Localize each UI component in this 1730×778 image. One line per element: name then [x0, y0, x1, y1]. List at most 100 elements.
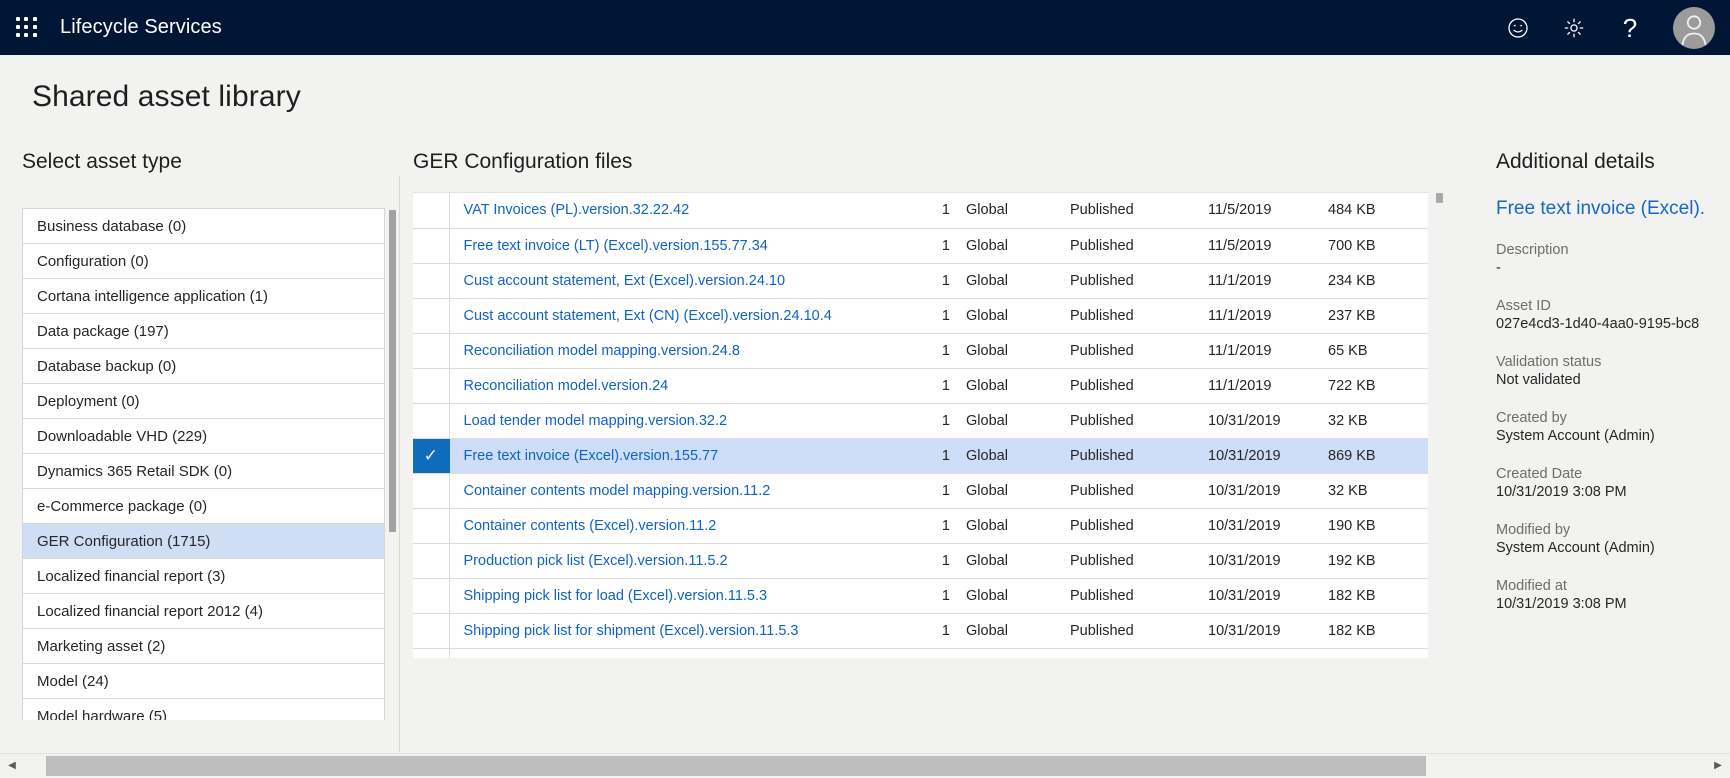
- file-scope-cell: Global: [958, 263, 1070, 298]
- table-row[interactable]: ✓ Cust account statement, Ext (CN) (Excel…: [413, 298, 1428, 333]
- file-size-cell: 32 KB: [1328, 403, 1428, 438]
- file-version-cell: 1: [912, 193, 958, 228]
- scroll-left-arrow-icon[interactable]: ◀: [0, 754, 24, 778]
- file-version-cell: 1: [912, 298, 958, 333]
- file-name-cell: Load tender model mapping.version.32.2: [449, 403, 912, 438]
- row-checkbox[interactable]: ✓: [413, 438, 449, 473]
- file-name-link[interactable]: Load tender model mapping.version.32.2: [464, 413, 728, 429]
- files-table-scrollbar-thumb[interactable]: [1436, 193, 1443, 203]
- asset-type-item[interactable]: GER Configuration (1715): [23, 524, 384, 559]
- file-date-cell: 10/31/2019: [1208, 648, 1328, 658]
- table-row[interactable]: ✓Load tender model mapping.version.32.21…: [413, 403, 1428, 438]
- app-launcher-waffle-icon[interactable]: [16, 17, 38, 39]
- file-name-link[interactable]: VAT Invoices (PL).version.32.22.42: [464, 202, 690, 218]
- row-checkbox[interactable]: ✓: [413, 368, 449, 403]
- file-status-cell: Published: [1070, 368, 1208, 403]
- asset-type-item[interactable]: Database backup (0): [23, 349, 384, 384]
- row-checkbox[interactable]: ✓: [413, 508, 449, 543]
- gear-settings-icon[interactable]: [1546, 0, 1602, 55]
- asset-type-item[interactable]: Model (24): [23, 664, 384, 699]
- smiley-feedback-icon[interactable]: [1490, 0, 1546, 55]
- asset-type-item[interactable]: Data package (197): [23, 314, 384, 349]
- asset-list-scrollbar-thumb[interactable]: [389, 210, 396, 532]
- table-row[interactable]: ✓ Container contents model mapping.versio…: [413, 473, 1428, 508]
- row-checkbox[interactable]: ✓: [413, 193, 449, 228]
- file-date-cell: 10/31/2019: [1208, 578, 1328, 613]
- table-row[interactable]: ✓ Free text invoice (LT) (Excel).version.…: [413, 228, 1428, 263]
- file-status-cell: Published: [1070, 228, 1208, 263]
- row-checkbox[interactable]: ✓: [413, 578, 449, 613]
- file-name-link[interactable]: Container contents (Excel).version.11.2: [464, 518, 717, 534]
- brand-title[interactable]: Lifecycle Services: [60, 16, 222, 39]
- table-row[interactable]: ✓ Container contents (Excel).version.11.2…: [413, 508, 1428, 543]
- help-question-icon[interactable]: ?: [1602, 0, 1658, 55]
- asset-type-item[interactable]: Localized financial report 2012 (4): [23, 594, 384, 629]
- asset-type-item-label: Cortana intelligence application (1): [37, 288, 268, 305]
- asset-type-item[interactable]: Business database (0): [23, 209, 384, 244]
- details-asset-name[interactable]: Free text invoice (Excel).: [1496, 198, 1730, 220]
- table-row[interactable]: ✓ Production pick list (Excel).version.11…: [413, 543, 1428, 578]
- table-row[interactable]: ✓ Shipping pick list model mapping.versio…: [413, 648, 1428, 658]
- file-version-cell: 1: [912, 228, 958, 263]
- asset-type-item[interactable]: Marketing asset (2): [23, 629, 384, 664]
- horizontal-scrollbar[interactable]: ◀ ▶: [0, 753, 1730, 777]
- row-checkbox[interactable]: ✓: [413, 648, 449, 658]
- asset-list-scrollbar[interactable]: [387, 208, 397, 720]
- table-row[interactable]: ✓ Free text invoice (Excel).version.155.7…: [413, 438, 1428, 473]
- asset-type-item[interactable]: Configuration (0): [23, 244, 384, 279]
- file-name-link[interactable]: Shipping pick list model mapping.version…: [464, 658, 757, 659]
- asset-type-list: Business database (0)Configuration (0) Co…: [22, 208, 385, 720]
- scroll-right-arrow-icon[interactable]: ▶: [1706, 754, 1730, 778]
- table-row[interactable]: ✓ Shipping pick list for load (Excel).ver…: [413, 578, 1428, 613]
- asset-type-item[interactable]: Localized financial report (3): [23, 559, 384, 594]
- asset-type-item[interactable]: Model hardware (5): [23, 699, 384, 720]
- row-checkbox[interactable]: ✓: [413, 543, 449, 578]
- file-name-link[interactable]: Cust account statement, Ext (Excel).vers…: [464, 273, 786, 289]
- table-row[interactable]: ✓VAT Invoices (PL).version.32.22.421Glob…: [413, 193, 1428, 228]
- horizontal-scrollbar-thumb[interactable]: [46, 756, 1426, 776]
- detail-field-label: Created by: [1496, 410, 1730, 426]
- row-checkbox[interactable]: ✓: [413, 613, 449, 648]
- asset-type-item[interactable]: Dynamics 365 Retail SDK (0): [23, 454, 384, 489]
- asset-type-item[interactable]: Deployment (0): [23, 384, 384, 419]
- file-name-cell: Free text invoice (LT) (Excel).version.1…: [449, 228, 912, 263]
- file-name-link[interactable]: Cust account statement, Ext (CN) (Excel)…: [464, 308, 832, 324]
- table-row[interactable]: ✓Reconciliation model.version.241GlobalP…: [413, 368, 1428, 403]
- asset-type-item[interactable]: Downloadable VHD (229): [23, 419, 384, 454]
- row-checkbox[interactable]: ✓: [413, 403, 449, 438]
- top-nav-actions: ?: [1490, 0, 1730, 55]
- file-status-cell: Published: [1070, 508, 1208, 543]
- file-name-link[interactable]: Shipping pick list for load (Excel).vers…: [464, 588, 768, 604]
- file-name-link[interactable]: Shipping pick list for shipment (Excel).…: [464, 623, 799, 639]
- detail-field-value: Not validated: [1496, 372, 1730, 388]
- avatar[interactable]: [1658, 0, 1730, 55]
- table-row[interactable]: ✓ Cust account statement, Ext (Excel).ver…: [413, 263, 1428, 298]
- detail-field: Created bySystem Account (Admin): [1496, 410, 1730, 444]
- asset-type-item-label: Database backup (0): [37, 358, 176, 375]
- files-table-scrollbar[interactable]: [1433, 192, 1445, 658]
- row-checkbox[interactable]: ✓: [413, 298, 449, 333]
- row-checkbox[interactable]: ✓: [413, 333, 449, 368]
- additional-details-panel: Free text invoice (Excel). Description-A…: [1496, 192, 1730, 662]
- row-checkbox[interactable]: ✓: [413, 473, 449, 508]
- table-row[interactable]: ✓ Reconciliation model mapping.version.24…: [413, 333, 1428, 368]
- horizontal-scrollbar-track[interactable]: [24, 754, 1706, 778]
- files-table-panel: ✓VAT Invoices (PL).version.32.22.421Glob…: [413, 192, 1428, 658]
- table-row[interactable]: ✓ Shipping pick list for shipment (Excel)…: [413, 613, 1428, 648]
- file-scope-cell: Global: [958, 368, 1070, 403]
- file-date-cell: 10/31/2019: [1208, 613, 1328, 648]
- file-name-link[interactable]: Production pick list (Excel).version.11.…: [464, 553, 728, 569]
- asset-type-item[interactable]: Cortana intelligence application (1): [23, 279, 384, 314]
- file-name-link[interactable]: Reconciliation model mapping.version.24.…: [464, 343, 740, 359]
- file-name-link[interactable]: Reconciliation model.version.24: [464, 378, 669, 394]
- file-status-cell: Published: [1070, 613, 1208, 648]
- asset-type-item-label: Localized financial report 2012 (4): [37, 603, 263, 620]
- row-checkbox[interactable]: ✓: [413, 228, 449, 263]
- row-checkbox[interactable]: ✓: [413, 263, 449, 298]
- file-status-cell: Published: [1070, 263, 1208, 298]
- asset-type-item[interactable]: e-Commerce package (0): [23, 489, 384, 524]
- file-name-link[interactable]: Free text invoice (LT) (Excel).version.1…: [464, 238, 768, 254]
- asset-type-item-label: GER Configuration (1715): [37, 533, 210, 550]
- file-name-link[interactable]: Container contents model mapping.version…: [464, 483, 771, 499]
- file-name-link[interactable]: Free text invoice (Excel).version.155.77: [464, 448, 719, 464]
